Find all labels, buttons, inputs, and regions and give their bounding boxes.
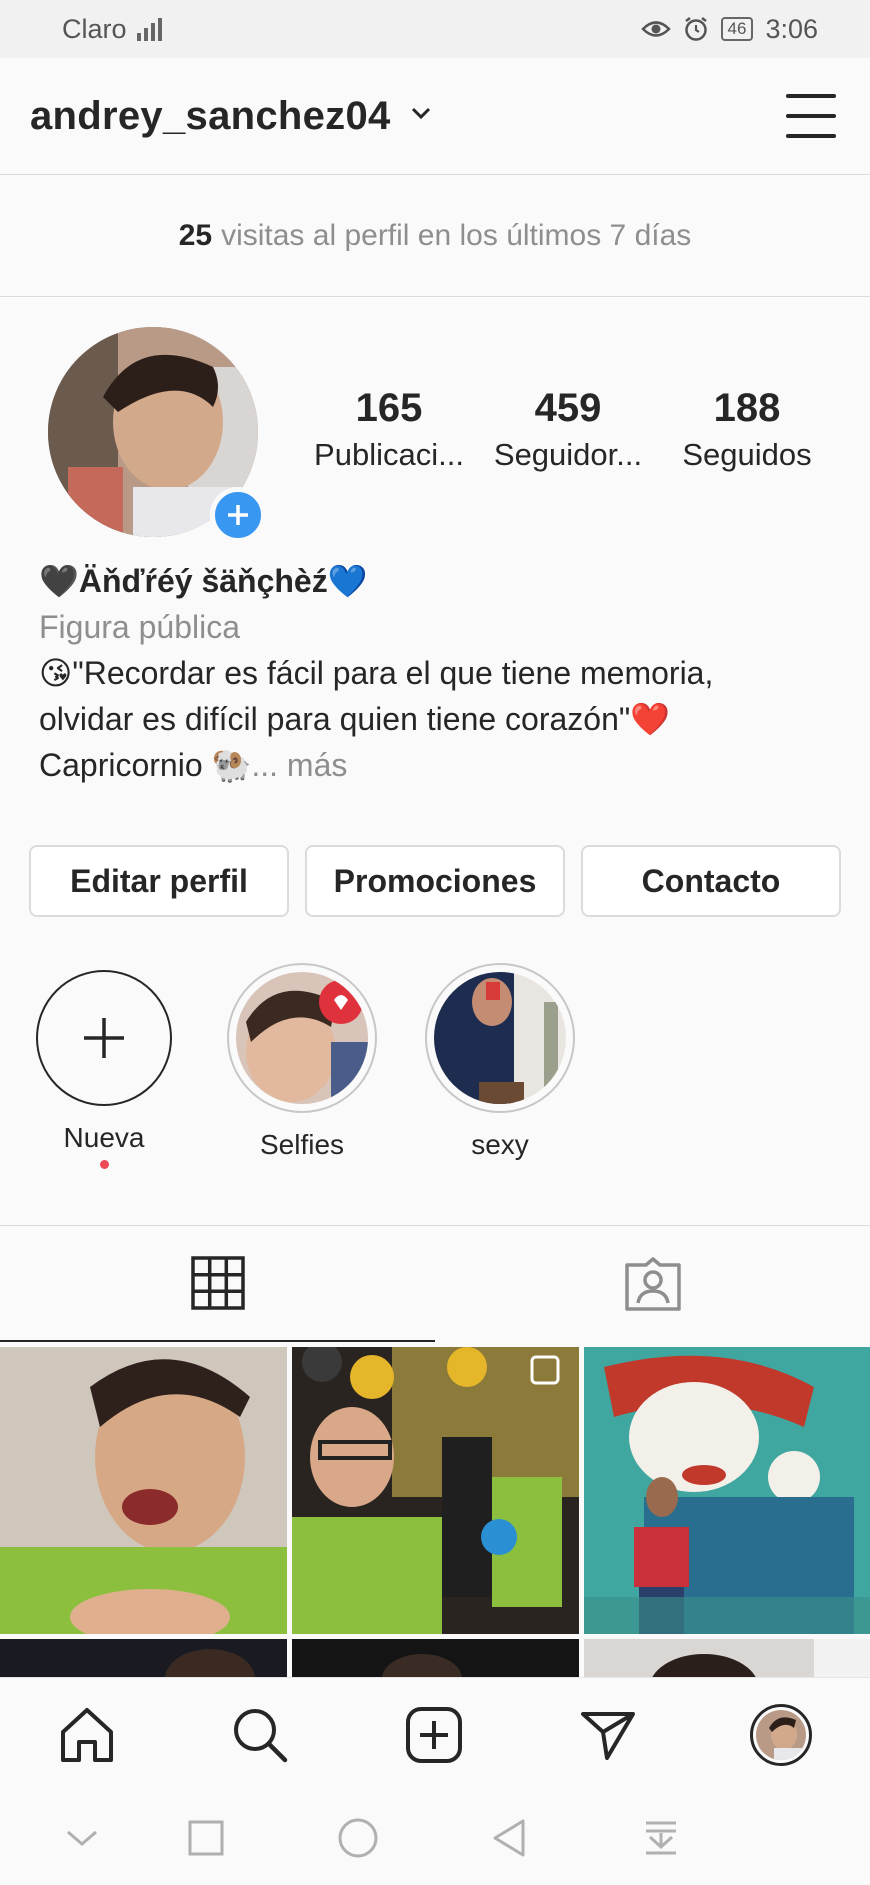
edit-profile-button[interactable]: Editar perfil: [29, 845, 289, 917]
category-label: Figura pública: [39, 609, 240, 645]
nav-search[interactable]: [225, 1700, 295, 1770]
highlight-selfies[interactable]: Selfies: [227, 963, 377, 1161]
visits-text: visitas al perfil en los últimos 7 días: [221, 218, 692, 252]
sys-back[interactable]: [484, 1813, 534, 1863]
grid-icon: [190, 1256, 245, 1310]
status-bar: Claro 46 3:06: [0, 0, 870, 58]
tab-tagged[interactable]: [435, 1226, 870, 1342]
profile-tabs: [0, 1225, 870, 1342]
system-navigation-bar: [0, 1787, 870, 1885]
post-thumbnail[interactable]: [0, 1639, 287, 1677]
followers-count[interactable]: 459 Seguidor...: [483, 385, 653, 473]
account-switcher[interactable]: andrey_sanchez04: [30, 94, 391, 139]
followers-value: 459: [534, 386, 602, 430]
visits-count: 25: [178, 218, 213, 252]
highlight-ring[interactable]: [425, 963, 575, 1113]
post-thumbnail[interactable]: [0, 1347, 287, 1634]
posts-grid: [0, 1347, 870, 1677]
sys-recents[interactable]: [181, 1813, 231, 1863]
sys-home[interactable]: [333, 1813, 383, 1863]
posts-count[interactable]: 165 Publicaci...: [304, 385, 474, 473]
chevron-down-icon: [67, 1830, 97, 1846]
plus-icon: [84, 1018, 124, 1058]
notification-dot: [99, 1160, 109, 1169]
profile-visits-banner[interactable]: 25 visitas al perfil en los últimos 7 dí…: [0, 175, 870, 297]
new-highlight-circle[interactable]: [36, 970, 172, 1106]
highlight-label: Selfies: [259, 1129, 345, 1160]
home-circle-icon: [338, 1818, 378, 1858]
carrier-info: Claro: [62, 14, 162, 45]
bio-line-3-wrap: Capricornio 🐏... más: [39, 742, 849, 788]
highlight-label: Nueva: [63, 1122, 145, 1153]
highlight-label: sexy: [471, 1129, 529, 1160]
profile-avatar-icon: [750, 1704, 812, 1766]
highlight-sexy[interactable]: sexy: [425, 963, 575, 1161]
tab-grid[interactable]: [0, 1226, 435, 1342]
followers-label: Seguidor...: [493, 437, 643, 472]
posts-label: Publicaci...: [314, 437, 464, 472]
recents-square-icon: [188, 1820, 224, 1856]
sys-hide-nav[interactable]: [57, 1813, 107, 1863]
more-link[interactable]: ... más: [251, 747, 347, 783]
highlight-new[interactable]: Nueva: [29, 963, 179, 1169]
post-thumbnail[interactable]: [292, 1639, 579, 1677]
carrier-name: Claro: [62, 13, 127, 44]
send-icon: [581, 1712, 635, 1760]
add-story-icon[interactable]: [210, 487, 266, 543]
eye-icon: [640, 21, 671, 37]
profile-avatar-container[interactable]: [48, 327, 266, 543]
bio-line-2: olvidar es difícil para quien tiene cora…: [39, 701, 671, 737]
nav-profile[interactable]: [746, 1700, 816, 1770]
hamburger-icon[interactable]: [786, 94, 836, 138]
nav-direct[interactable]: [573, 1700, 643, 1770]
following-value: 188: [713, 386, 781, 430]
nav-create[interactable]: [399, 1700, 469, 1770]
tagged-person-icon: [624, 1257, 681, 1311]
posts-value: 165: [355, 386, 423, 430]
profile-header: andrey_sanchez04: [0, 58, 870, 175]
contact-button[interactable]: Contacto: [581, 845, 841, 917]
following-count[interactable]: 188 Seguidos: [662, 385, 832, 473]
chevron-down-icon[interactable]: [411, 106, 431, 126]
nav-home[interactable]: [52, 1700, 122, 1770]
bio-line-1: 😘"Recordar es fácil para el que tiene me…: [39, 655, 714, 691]
promotions-button[interactable]: Promociones: [305, 845, 565, 917]
highlight-cover: [434, 972, 566, 1104]
signal-icon: [136, 17, 162, 41]
home-icon: [61, 1708, 113, 1762]
post-thumbnail[interactable]: [292, 1347, 579, 1634]
profile-bio: 🖤Äňďŕéý šäňçhèź💙 Figura pública 😘"Record…: [39, 558, 849, 788]
post-thumbnail[interactable]: [584, 1639, 870, 1677]
highlight-ring[interactable]: [227, 963, 377, 1113]
status-icons: 46 3:06: [640, 13, 818, 45]
sys-notification-pull[interactable]: [636, 1813, 686, 1863]
following-label: Seguidos: [682, 437, 812, 472]
alarm-icon: [684, 17, 707, 41]
post-thumbnail[interactable]: [584, 1347, 870, 1634]
bottom-navigation: [0, 1677, 870, 1787]
add-post-icon: [406, 1707, 462, 1763]
back-triangle-icon: [493, 1819, 525, 1857]
pull-down-icon: [646, 1821, 676, 1855]
display-name: 🖤Äňďŕéý šäňçhèź💙: [39, 563, 368, 599]
highlight-cover: [236, 972, 368, 1104]
battery-icon: 46: [720, 17, 754, 41]
clock: 3:06: [765, 13, 818, 44]
bio-line-3: Capricornio 🐏: [39, 747, 252, 783]
search-icon: [234, 1709, 288, 1763]
